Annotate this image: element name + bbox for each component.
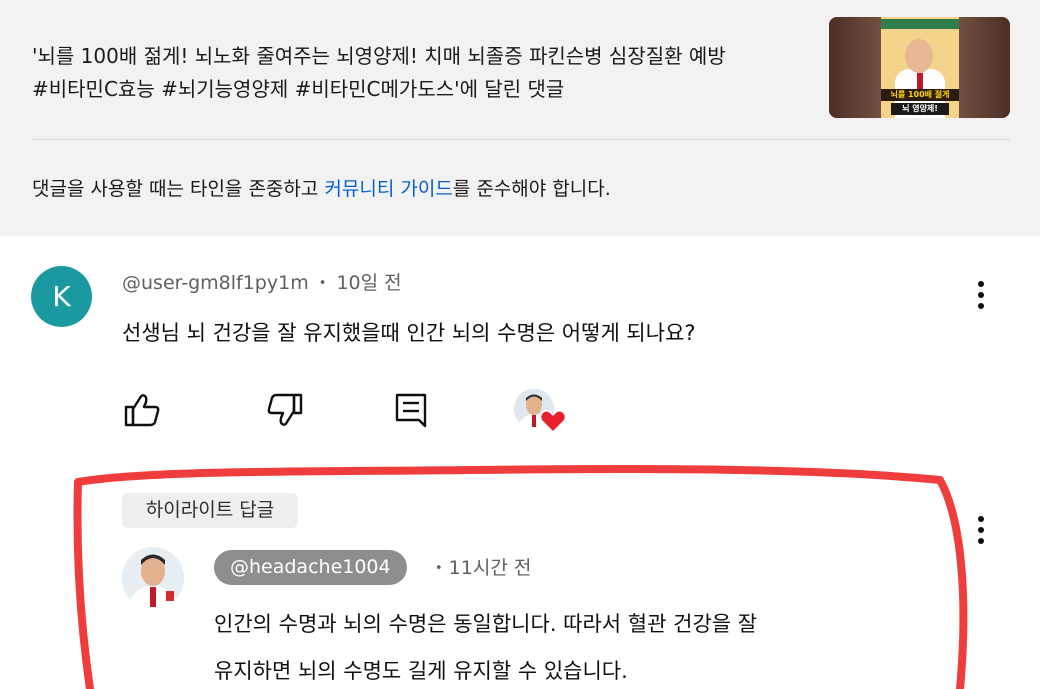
thumbnail-bg-right bbox=[950, 17, 1010, 118]
header-divider bbox=[32, 139, 1010, 140]
comment-author[interactable]: @user-gm8lf1py1m bbox=[122, 272, 309, 294]
comment-more-vert-icon[interactable] bbox=[971, 277, 991, 313]
reply-text-line-2: 유지하면 뇌의 수명도 길게 유지할 수 있습니다. bbox=[214, 659, 628, 683]
video-title[interactable]: '뇌를 100배 젊게! 뇌노화 줄여주는 뇌영양제! 치매 뇌졸증 파킨슨병 … bbox=[32, 40, 812, 106]
video-title-line-1: '뇌를 100배 젊게! 뇌노화 줄여주는 뇌영양제! 치매 뇌졸증 파킨슨병 … bbox=[32, 44, 726, 68]
comment-time: 10일 전 bbox=[336, 272, 402, 294]
guidelines-prefix: 댓글을 사용할 때는 타인을 존중하고 bbox=[32, 178, 325, 200]
reply-separator: • bbox=[435, 560, 443, 576]
thumbnail-person-face bbox=[905, 39, 933, 73]
highlighted-reply-badge: 하이라이트 답글 bbox=[122, 493, 298, 528]
thumbnail-caption-1: 뇌를 100배 젊게 bbox=[881, 89, 959, 101]
thumbnail-caption-2: 뇌 영양제! bbox=[891, 103, 949, 115]
reply-more-vert-icon[interactable] bbox=[971, 512, 991, 548]
video-title-line-2: #비타민C효능 #뇌기능영양제 #비타민C메가도스'에 달린 댓글 bbox=[32, 77, 565, 101]
reply-author-handle-chip[interactable]: @headache1004 bbox=[214, 550, 407, 585]
commenter-avatar[interactable]: K bbox=[31, 266, 92, 327]
thumbs-down-icon[interactable] bbox=[265, 390, 305, 430]
thumbs-up-icon[interactable] bbox=[122, 390, 162, 430]
thumbnail-bg-left bbox=[829, 17, 889, 118]
reply-time: 11시간 전 bbox=[448, 557, 532, 579]
reply-text-line-1: 인간의 수명과 뇌의 수명은 동일합니다. 따라서 혈관 건강을 잘 bbox=[214, 612, 758, 636]
comment-meta: @user-gm8lf1py1m • 10일 전 bbox=[122, 268, 402, 299]
guidelines-suffix: 를 준수해야 합니다. bbox=[452, 178, 611, 200]
reply-text: 인간의 수명과 뇌의 수명은 동일합니다. 따라서 혈관 건강을 잘 유지하면 … bbox=[214, 601, 914, 689]
thumbnail-panel-top bbox=[881, 19, 959, 29]
community-guidelines-link[interactable]: 커뮤니티 가이드 bbox=[324, 178, 452, 200]
reply-meta: • 11시간 전 bbox=[435, 552, 531, 585]
comment-text: 선생님 뇌 건강을 잘 유지했을때 인간 뇌의 수명은 어떻게 되나요? bbox=[122, 321, 696, 345]
community-guidelines-notice: 댓글을 사용할 때는 타인을 존중하고 커뮤니티 가이드를 준수해야 합니다. bbox=[32, 173, 611, 205]
reply-author-avatar[interactable] bbox=[122, 547, 184, 609]
video-context-header: '뇌를 100배 젊게! 뇌노화 줄여주는 뇌영양제! 치매 뇌졸증 파킨슨병 … bbox=[0, 0, 1040, 236]
creator-heart-icon bbox=[514, 387, 566, 437]
reply-icon[interactable] bbox=[391, 390, 431, 430]
comment-separator: • bbox=[318, 275, 327, 291]
video-thumbnail[interactable]: 뇌를 100배 젊게 뇌 영양제! bbox=[829, 17, 1010, 118]
